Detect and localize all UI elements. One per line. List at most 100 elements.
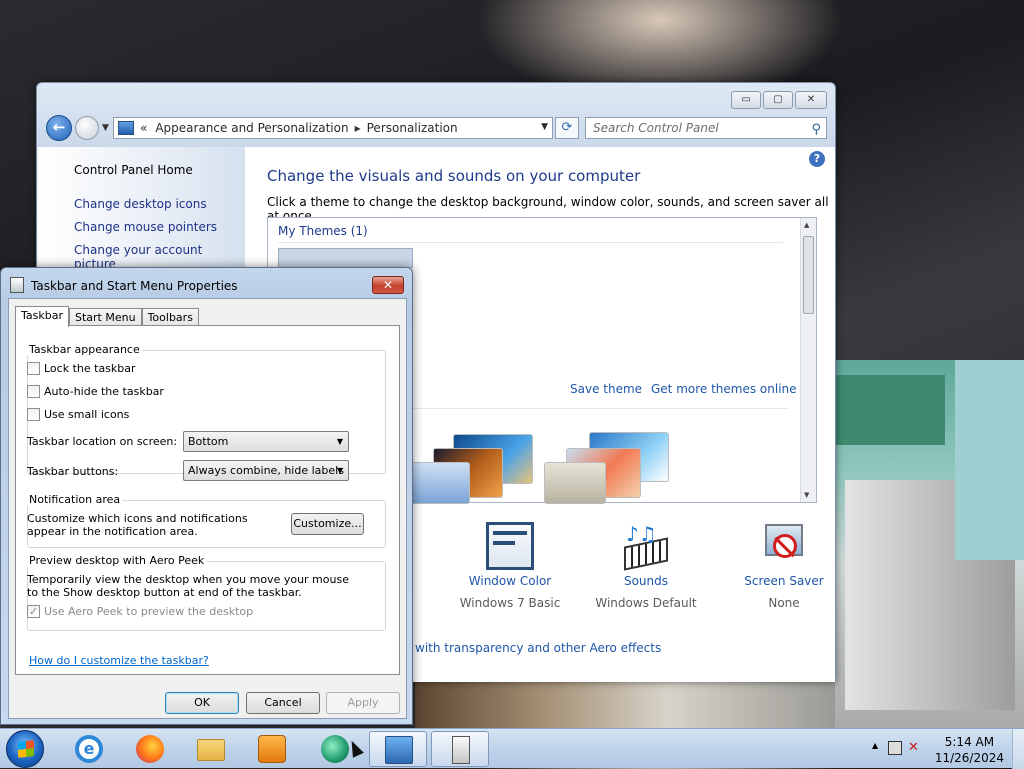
- sidebar-link-desktop-icons[interactable]: Change desktop icons: [74, 197, 207, 211]
- breadcrumb-overflow[interactable]: «: [140, 121, 147, 135]
- show-hidden-icons[interactable]: ▲: [872, 741, 878, 750]
- sounds-item[interactable]: ♪♫ Sounds Windows Default: [581, 522, 711, 610]
- taskbar-properties-icon: [10, 277, 24, 293]
- screen-saver-item[interactable]: Screen Saver None: [719, 522, 849, 610]
- taskbar-appearance-heading: Taskbar appearance: [27, 343, 142, 356]
- back-button[interactable]: ←: [46, 115, 72, 141]
- media-player-icon: [258, 735, 286, 763]
- help-link[interactable]: How do I customize the taskbar?: [29, 654, 209, 667]
- refresh-button[interactable]: ⟳: [555, 117, 579, 139]
- taskbar-control-panel[interactable]: [369, 731, 427, 767]
- window-color-value: Windows 7 Basic: [459, 596, 561, 610]
- dialog-body: Taskbar Start Menu Toolbars Taskbar appe…: [8, 298, 407, 719]
- small-icons-checkbox[interactable]: Use small icons: [27, 408, 129, 421]
- customize-button[interactable]: Customize...: [291, 513, 364, 535]
- taskbar-ie[interactable]: e: [60, 731, 118, 767]
- my-theme-thumbnail[interactable]: [278, 248, 413, 268]
- taskbar-buttons-value: Always combine, hide labels: [188, 464, 344, 477]
- system-tray: ▲ ✕ 5:14 AM 11/26/2024: [864, 729, 1024, 769]
- screen-saver-value: None: [768, 596, 800, 610]
- desktop-wallpaper-strip: [415, 680, 835, 730]
- scroll-up-icon[interactable]: ▲: [804, 221, 809, 229]
- window-color-label[interactable]: Window Color: [445, 574, 575, 588]
- notification-area-text: Customize which icons and notifications …: [27, 512, 248, 538]
- dialog-close-button[interactable]: ✕: [372, 276, 404, 294]
- apply-button[interactable]: Apply: [326, 692, 400, 714]
- taskbar-explorer[interactable]: [182, 731, 240, 767]
- ok-button[interactable]: OK: [165, 692, 239, 714]
- close-window-button[interactable]: ✕: [795, 91, 827, 109]
- minimize-button[interactable]: ▭: [731, 91, 761, 109]
- clock[interactable]: 5:14 AM 11/26/2024: [935, 734, 1004, 766]
- aero-peek-label[interactable]: Use Aero Peek to preview the desktop: [44, 605, 253, 618]
- theme-thumbnail-nature[interactable]: [544, 418, 674, 504]
- taskbar-taskbar-properties[interactable]: [431, 731, 489, 767]
- sidebar-home-link[interactable]: Control Panel Home: [74, 163, 193, 177]
- sounds-icon: ♪♫: [620, 522, 672, 571]
- small-icons-label[interactable]: Use small icons: [44, 408, 129, 421]
- breadcrumb-appearance[interactable]: Appearance and Personalization: [155, 121, 348, 135]
- help-icon[interactable]: ?: [809, 151, 825, 167]
- tab-toolbars[interactable]: Toolbars: [141, 308, 199, 326]
- network-icon[interactable]: [888, 741, 902, 755]
- small-icons-box[interactable]: [27, 408, 40, 421]
- scroll-down-icon[interactable]: ▼: [804, 491, 809, 499]
- sounds-label[interactable]: Sounds: [581, 574, 711, 588]
- scrollbar-thumb[interactable]: [803, 236, 814, 314]
- maximize-button[interactable]: ▢: [763, 91, 793, 109]
- control-panel-icon: [118, 121, 134, 135]
- lock-taskbar-checkbox[interactable]: Lock the taskbar: [27, 362, 136, 375]
- autohide-checkbox[interactable]: Auto-hide the taskbar: [27, 385, 164, 398]
- theme-list-scrollbar[interactable]: ▲ ▼: [800, 218, 816, 502]
- firefox-icon: [136, 735, 164, 763]
- breadcrumb-personalization[interactable]: Personalization: [367, 121, 458, 135]
- taskbar-buttons-select[interactable]: Always combine, hide labels ▼: [183, 460, 349, 481]
- breadcrumb-chevron-icon[interactable]: ▸: [355, 121, 361, 135]
- search-icon[interactable]: ⚲: [811, 120, 821, 140]
- start-button[interactable]: [6, 730, 44, 768]
- tab-taskbar[interactable]: Taskbar: [15, 306, 69, 327]
- taskbar-appearance-group: Taskbar appearance Lock the taskbar Auto…: [27, 343, 386, 481]
- sidebar-link-mouse-pointers[interactable]: Change mouse pointers: [74, 220, 217, 234]
- window-color-item[interactable]: Window Color Windows 7 Basic: [445, 522, 575, 610]
- recent-pages-dropdown[interactable]: ▼: [102, 123, 109, 133]
- lock-taskbar-box[interactable]: [27, 362, 40, 375]
- taskbar-properties-icon: [452, 736, 470, 764]
- forward-button[interactable]: [75, 116, 99, 140]
- tab-strip: Taskbar Start Menu Toolbars: [15, 306, 199, 327]
- taskbar-tab-panel: Taskbar appearance Lock the taskbar Auto…: [15, 325, 400, 675]
- windows-logo-icon: [18, 740, 34, 758]
- lock-taskbar-label[interactable]: Lock the taskbar: [44, 362, 136, 375]
- get-more-themes-link[interactable]: Get more themes online: [651, 382, 797, 396]
- tab-start-menu[interactable]: Start Menu: [69, 308, 142, 326]
- screen-saver-label[interactable]: Screen Saver: [719, 574, 849, 588]
- save-theme-link[interactable]: Save theme: [570, 382, 642, 396]
- my-themes-heading: My Themes (1): [278, 224, 368, 238]
- page-title: Change the visuals and sounds on your co…: [267, 167, 641, 185]
- aero-effects-link[interactable]: with transparency and other Aero effects: [415, 641, 661, 655]
- search-input[interactable]: Search Control Panel ⚲: [585, 117, 827, 139]
- address-bar[interactable]: « Appearance and Personalization ▸ Perso…: [113, 117, 553, 139]
- folder-icon: [197, 739, 225, 761]
- screen-saver-icon: [761, 522, 807, 570]
- autohide-box[interactable]: [27, 385, 40, 398]
- green-app-icon: [321, 735, 349, 763]
- clock-time: 5:14 AM: [944, 735, 995, 749]
- control-panel-icon: [385, 736, 413, 764]
- location-select[interactable]: Bottom ▼: [183, 431, 349, 452]
- aero-peek-checkbox[interactable]: ✓ Use Aero Peek to preview the desktop: [27, 605, 253, 618]
- autohide-label[interactable]: Auto-hide the taskbar: [44, 385, 164, 398]
- cancel-button[interactable]: Cancel: [246, 692, 320, 714]
- volume-muted-icon[interactable]: ✕: [908, 740, 919, 755]
- show-desktop-button[interactable]: [1012, 729, 1024, 769]
- location-value: Bottom: [188, 435, 229, 448]
- address-dropdown-icon[interactable]: ▼: [541, 122, 548, 132]
- aero-peek-text: Temporarily view the desktop when you mo…: [27, 573, 349, 599]
- aero-peek-box[interactable]: ✓: [27, 605, 40, 618]
- sounds-value: Windows Default: [595, 596, 697, 610]
- taskbar-firefox[interactable]: [121, 731, 179, 767]
- taskbar-media-player[interactable]: [243, 731, 301, 767]
- theme-thumbnail-windows7[interactable]: [408, 418, 538, 504]
- window-color-icon: [486, 522, 534, 570]
- internet-explorer-icon: e: [75, 735, 103, 763]
